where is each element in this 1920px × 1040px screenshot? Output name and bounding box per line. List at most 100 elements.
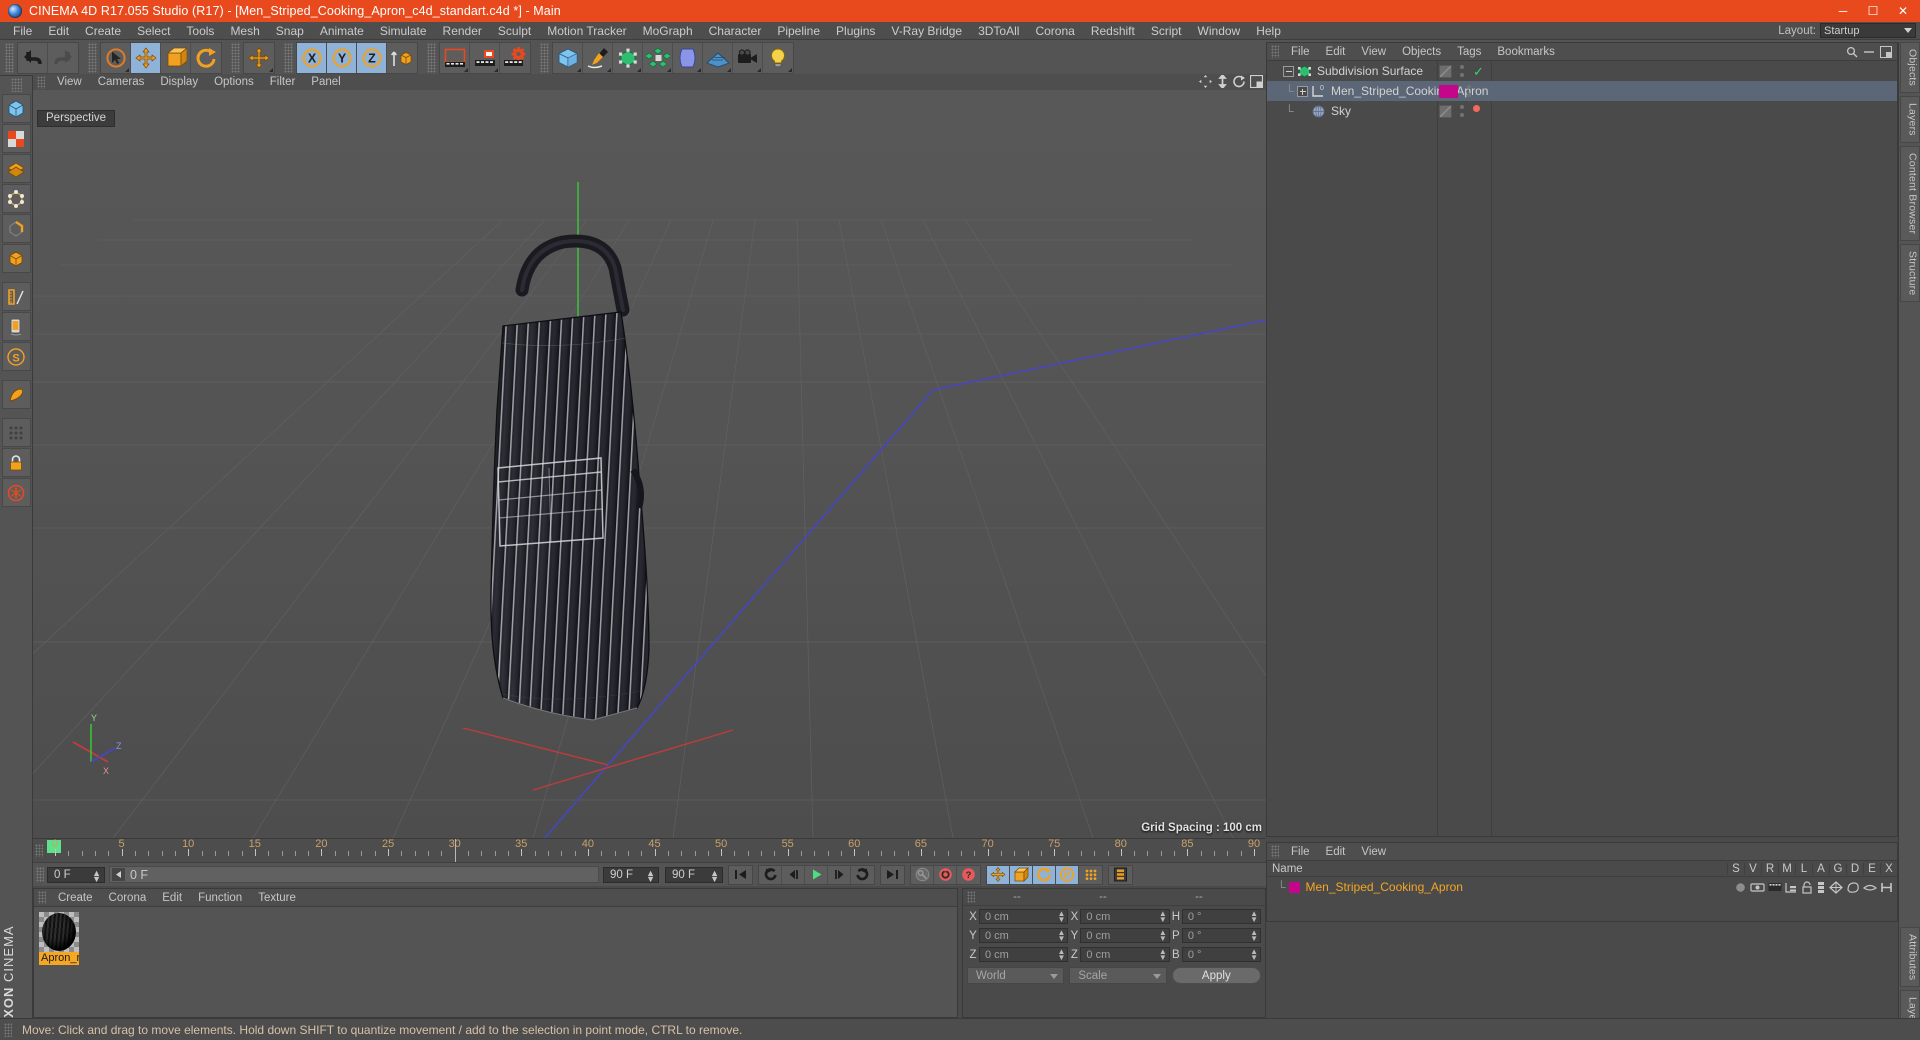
object-manager-menu-view[interactable]: View: [1353, 43, 1394, 61]
texture-mode-tool[interactable]: [1, 124, 31, 153]
search-icon[interactable]: [1846, 46, 1858, 58]
viewport-menu-view[interactable]: View: [49, 74, 90, 90]
coord-field-rotation-b[interactable]: 0 ° ▲ ▼: [1181, 947, 1261, 962]
range-end-field[interactable]: 90 F ▲ ▼: [603, 866, 659, 883]
live-selection-tool[interactable]: [101, 42, 131, 73]
viewport-grip[interactable]: [37, 75, 45, 89]
play-forward-button[interactable]: [805, 865, 828, 884]
layout-combobox[interactable]: Startup: [1820, 23, 1916, 38]
menu-item-file[interactable]: File: [5, 22, 40, 40]
viewport-solo-tool[interactable]: [1, 478, 31, 507]
coordinate-manager-grip[interactable]: [967, 891, 975, 903]
vertical-tab-attributes[interactable]: Attributes: [1899, 926, 1920, 988]
attribute-manager-grip[interactable]: [1271, 845, 1279, 858]
record-parameter-button[interactable]: P: [1056, 865, 1079, 884]
attribute-manager-menu-view[interactable]: View: [1353, 843, 1394, 861]
add-spline-button[interactable]: [583, 42, 613, 73]
go-to-start-button[interactable]: [729, 866, 752, 884]
menu-item-tools[interactable]: Tools: [178, 22, 222, 40]
spline-pen-tool[interactable]: [1, 380, 31, 409]
object-manager-menu-file[interactable]: File: [1283, 43, 1318, 61]
time-slider-handle-icon[interactable]: [112, 868, 125, 881]
workplane-tool[interactable]: [1, 312, 31, 341]
timeline-ruler[interactable]: 051015202530354045505560657075808590: [47, 838, 1266, 863]
move-view-icon[interactable]: [1199, 75, 1212, 88]
collapse-icon[interactable]: [1863, 46, 1875, 58]
go-to-end-button[interactable]: [881, 866, 904, 884]
menu-item-animate[interactable]: Animate: [312, 22, 372, 40]
preview-end-field[interactable]: 90 F ▲ ▼: [665, 866, 723, 883]
coord-field-size-z[interactable]: 0 cm ▲ ▼: [1080, 947, 1170, 962]
toolbar-grip[interactable]: [427, 42, 436, 73]
minimize-button[interactable]: ─: [1828, 0, 1858, 22]
add-bend-deformer-button[interactable]: [673, 42, 703, 73]
object-manager-menu-tags[interactable]: Tags: [1449, 43, 1489, 61]
status-bar-grip[interactable]: [4, 1022, 12, 1037]
coord-field-rotation-p[interactable]: 0 ° ▲ ▼: [1181, 928, 1261, 943]
add-camera-button[interactable]: [733, 42, 763, 73]
menu-item-pipeline[interactable]: Pipeline: [769, 22, 828, 40]
coord-field-rotation-h[interactable]: 0 ° ▲ ▼: [1181, 909, 1261, 924]
play-backwards-button[interactable]: [759, 865, 782, 884]
material-chip[interactable]: Apron_r: [39, 912, 79, 965]
visibility-checker-icon[interactable]: [1439, 64, 1452, 78]
render-view-button[interactable]: [440, 42, 470, 73]
attribute-manager-menu-edit[interactable]: Edit: [1318, 843, 1354, 861]
record-keyframe-button[interactable]: [911, 865, 934, 884]
lock-axis-tool[interactable]: [1, 448, 31, 477]
viewport-menu-display[interactable]: Display: [152, 74, 206, 90]
material-manager-menu-edit[interactable]: Edit: [154, 889, 190, 907]
spinner-arrows-icon[interactable]: ▲ ▼: [1058, 910, 1066, 924]
attribute-row[interactable]: └ Men_Striped_Cooking_Apron: [1267, 877, 1897, 897]
object-row[interactable]: └ Sky: [1267, 101, 1897, 121]
coord-field-size-x[interactable]: 0 cm ▲ ▼: [1080, 909, 1170, 924]
xpresso-icon[interactable]: [1880, 881, 1893, 894]
play-loop-button[interactable]: [851, 866, 874, 884]
menu-item-create[interactable]: Create: [77, 22, 129, 40]
spinner-arrows-icon[interactable]: ▲ ▼: [710, 868, 719, 883]
material-manager-menu-function[interactable]: Function: [190, 889, 250, 907]
coordinate-system-dropdown[interactable]: World: [967, 967, 1065, 984]
points-mode-tool[interactable]: [1, 184, 31, 213]
expander-plus-icon[interactable]: [1297, 85, 1308, 97]
object-tree[interactable]: Subdivision Surface ✓ └ 0 Men_Striped_Cookin…: [1267, 61, 1897, 836]
autokeying-button[interactable]: [934, 865, 957, 884]
add-nurbs-generator-button[interactable]: [613, 42, 643, 73]
menu-item-v-ray-bridge[interactable]: V-Ray Bridge: [883, 22, 970, 40]
transport-grip[interactable]: [36, 867, 44, 882]
menu-item-simulate[interactable]: Simulate: [372, 22, 435, 40]
visibility-checker-icon[interactable]: [1439, 104, 1452, 118]
menu-item-corona[interactable]: Corona: [1027, 22, 1082, 40]
add-cube-object-button[interactable]: [553, 42, 583, 73]
move-tool[interactable]: [131, 42, 161, 73]
spinner-arrows-icon[interactable]: ▲ ▼: [1058, 948, 1066, 962]
material-manager-menu-texture[interactable]: Texture: [250, 889, 304, 907]
edge-mode-tool[interactable]: [1, 214, 31, 243]
visibility-icon[interactable]: [1750, 881, 1765, 894]
object-manager-menu-objects[interactable]: Objects: [1394, 43, 1449, 61]
render-icon[interactable]: [1768, 881, 1782, 894]
coord-field-position-x[interactable]: 0 cm ▲ ▼: [979, 909, 1069, 924]
menu-item-3dtoall[interactable]: 3DToAll: [970, 22, 1027, 40]
vertical-tab-content-browser[interactable]: Content Browser: [1899, 145, 1920, 241]
rotate-view-icon[interactable]: [1233, 75, 1246, 88]
menu-item-script[interactable]: Script: [1143, 22, 1190, 40]
menu-item-select[interactable]: Select: [129, 22, 178, 40]
step-forward-button[interactable]: [828, 865, 851, 884]
record-scale-button[interactable]: [1010, 865, 1033, 884]
point-level-animation-button[interactable]: [1079, 866, 1102, 884]
palette-grip[interactable]: [10, 78, 22, 92]
render-to-picture-viewer-button[interactable]: [470, 42, 500, 73]
toolbar-grip[interactable]: [540, 42, 549, 73]
layer-icon[interactable]: [1816, 881, 1826, 894]
expression-icon[interactable]: [1863, 881, 1877, 894]
manual-icon[interactable]: [1785, 881, 1798, 894]
add-array-button[interactable]: [643, 42, 673, 73]
spinner-arrows-icon[interactable]: ▲ ▼: [1250, 948, 1258, 962]
material-manager-grip[interactable]: [38, 891, 46, 904]
material-tag-swatch[interactable]: [1439, 84, 1458, 98]
menu-item-plugins[interactable]: Plugins: [828, 22, 883, 40]
scale-view-icon[interactable]: [1216, 75, 1229, 88]
spinner-arrows-icon[interactable]: ▲ ▼: [646, 868, 655, 883]
record-position-button[interactable]: [987, 865, 1010, 884]
